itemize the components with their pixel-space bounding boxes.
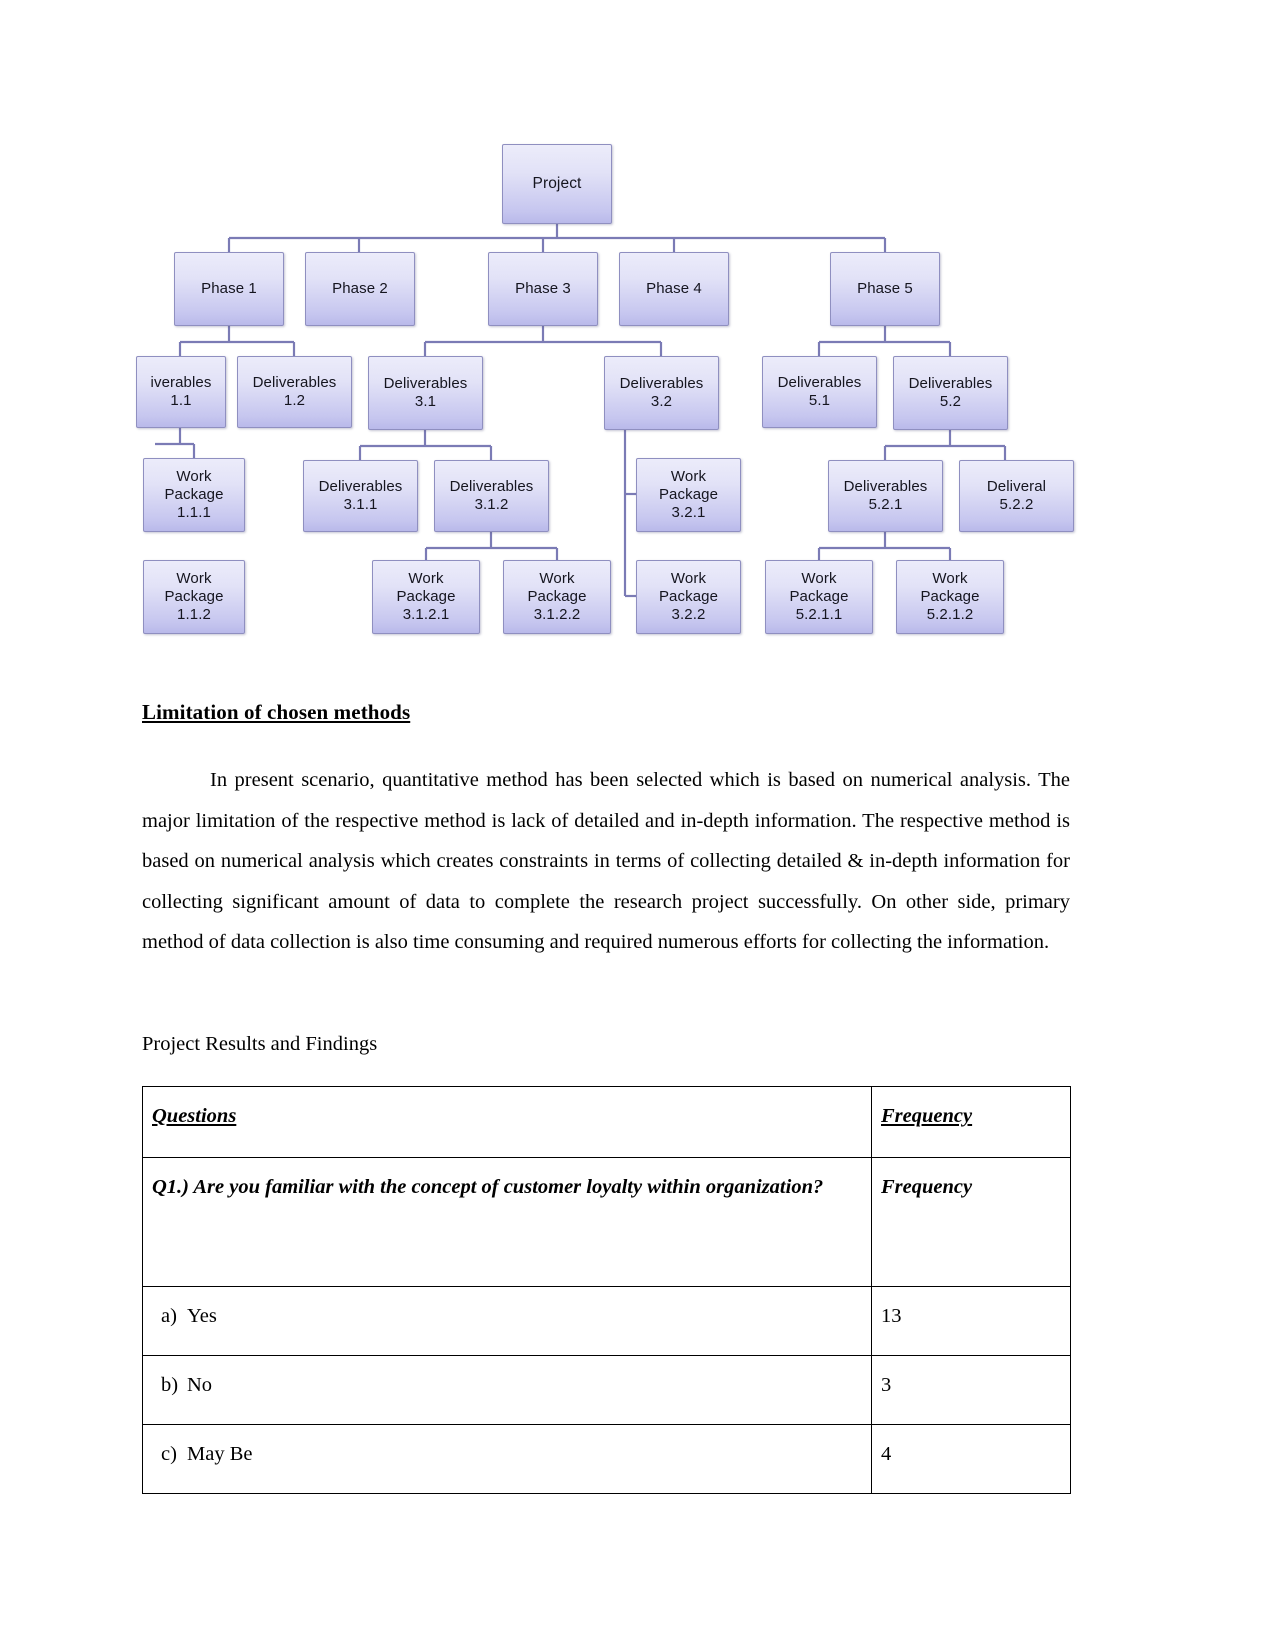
wbs-node-work-package-3-2-1[interactable]: Work Package 3.2.1 bbox=[636, 458, 741, 532]
wbs-node-deliverables-5-2[interactable]: Deliverables 5.2 bbox=[893, 356, 1008, 430]
answer-label: No bbox=[187, 1374, 213, 1396]
answer-marker: b) bbox=[161, 1374, 179, 1396]
wbs-node-work-package-1-1-1[interactable]: Work Package 1.1.1 bbox=[143, 458, 245, 532]
table-header-frequency: Frequency bbox=[871, 1086, 1071, 1158]
wbs-node-phase-2[interactable]: Phase 2 bbox=[305, 252, 415, 326]
limitation-paragraph: In present scenario, quantitative method… bbox=[142, 769, 1070, 954]
answer-label: Yes bbox=[187, 1305, 217, 1327]
wbs-node-deliverables-3-2[interactable]: Deliverables 3.2 bbox=[604, 356, 719, 430]
answer-frequency-maybe: 4 bbox=[871, 1424, 1071, 1494]
table-row: b) No 3 bbox=[142, 1355, 1071, 1425]
wbs-node-deliverables-3-1-2[interactable]: Deliverables 3.1.2 bbox=[434, 460, 549, 532]
wbs-node-phase-1[interactable]: Phase 1 bbox=[174, 252, 284, 326]
table-header-questions: Questions bbox=[142, 1086, 872, 1158]
work-breakdown-structure-diagram: Project Phase 1 Phase 2 Phase 3 Phase 4 … bbox=[0, 0, 1275, 680]
wbs-node-work-package-3-2-2[interactable]: Work Package 3.2.2 bbox=[636, 560, 741, 634]
wbs-node-phase-4[interactable]: Phase 4 bbox=[619, 252, 729, 326]
wbs-node-project[interactable]: Project bbox=[502, 144, 612, 224]
table-row: a) Yes 13 bbox=[142, 1286, 1071, 1356]
wbs-node-work-package-3-1-2-2[interactable]: Work Package 3.1.2.2 bbox=[503, 560, 611, 634]
wbs-node-work-package-5-2-1-1[interactable]: Work Package 5.2.1.1 bbox=[765, 560, 873, 634]
results-subheading: Project Results and Findings bbox=[142, 1033, 378, 1055]
wbs-node-work-package-1-1-2[interactable]: Work Package 1.1.2 bbox=[143, 560, 245, 634]
results-table: Questions Frequency Q1.) Are you familia… bbox=[142, 1086, 1071, 1494]
wbs-node-deliverables-1-1[interactable]: iverables 1.1 bbox=[136, 356, 226, 428]
wbs-node-phase-5[interactable]: Phase 5 bbox=[830, 252, 940, 326]
answer-marker: c) bbox=[161, 1443, 177, 1465]
table-header-row: Questions Frequency bbox=[142, 1086, 1071, 1158]
wbs-node-deliverables-5-1[interactable]: Deliverables 5.1 bbox=[762, 356, 877, 428]
answer-marker: a) bbox=[161, 1305, 177, 1327]
wbs-node-work-package-3-1-2-1[interactable]: Work Package 3.1.2.1 bbox=[372, 560, 480, 634]
wbs-node-deliverables-3-1-1[interactable]: Deliverables 3.1.1 bbox=[303, 460, 418, 532]
wbs-node-phase-3[interactable]: Phase 3 bbox=[488, 252, 598, 326]
section-heading: Limitation of chosen methods bbox=[142, 700, 411, 724]
wbs-node-work-package-5-2-1-2[interactable]: Work Package 5.2.1.2 bbox=[896, 560, 1004, 634]
table-header-frequency-label: Frequency bbox=[881, 1105, 973, 1127]
question-frequency-cell: Frequency bbox=[871, 1157, 1071, 1287]
question-cell: Q1.) Are you familiar with the concept o… bbox=[142, 1157, 872, 1287]
answer-cell-no: b) No bbox=[142, 1355, 872, 1425]
answer-label: May Be bbox=[187, 1443, 253, 1465]
wbs-node-deliverables-5-2-2[interactable]: Deliveral 5.2.2 bbox=[959, 460, 1074, 532]
answer-frequency-yes: 13 bbox=[871, 1286, 1071, 1356]
table-header-questions-label: Questions bbox=[152, 1105, 237, 1127]
document-page: Project Phase 1 Phase 2 Phase 3 Phase 4 … bbox=[0, 0, 1275, 1650]
wbs-node-deliverables-3-1[interactable]: Deliverables 3.1 bbox=[368, 356, 483, 430]
answer-cell-maybe: c) May Be bbox=[142, 1424, 872, 1494]
answer-cell-yes: a) Yes bbox=[142, 1286, 872, 1356]
wbs-node-deliverables-1-2[interactable]: Deliverables 1.2 bbox=[237, 356, 352, 428]
wbs-node-deliverables-5-2-1[interactable]: Deliverables 5.2.1 bbox=[828, 460, 943, 532]
question-text: Q1.) Are you familiar with the concept o… bbox=[152, 1176, 824, 1198]
table-row: c) May Be 4 bbox=[142, 1424, 1071, 1494]
answer-frequency-no: 3 bbox=[871, 1355, 1071, 1425]
table-question-row: Q1.) Are you familiar with the concept o… bbox=[142, 1157, 1071, 1287]
